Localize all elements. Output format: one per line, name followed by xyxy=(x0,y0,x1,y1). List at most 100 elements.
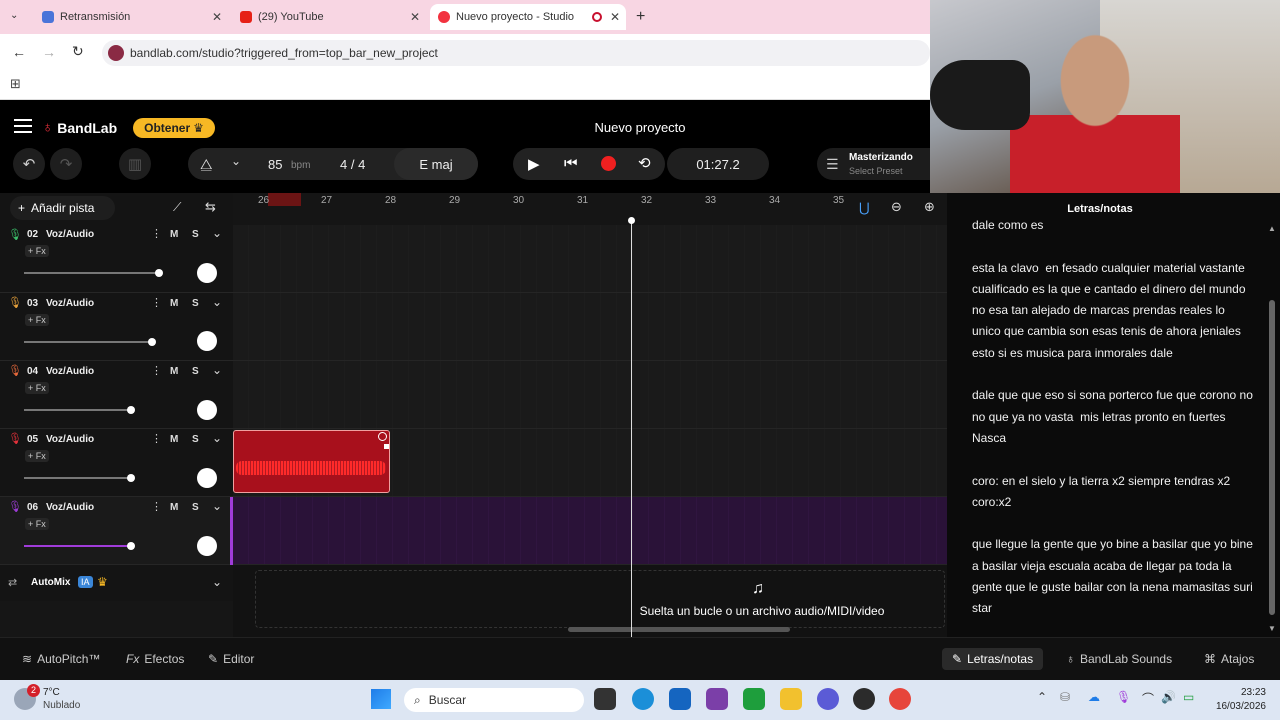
close-icon[interactable]: ✕ xyxy=(212,10,222,24)
drop-zone[interactable] xyxy=(255,570,945,628)
metronome-chevron-icon[interactable]: ⌄ xyxy=(231,154,241,168)
volume-slider[interactable] xyxy=(24,545,131,547)
solo-button[interactable]: S xyxy=(192,434,199,445)
volume-slider-handle[interactable] xyxy=(148,338,156,346)
pan-knob[interactable] xyxy=(197,263,217,283)
tab-list-chevron-icon[interactable]: ⌄ xyxy=(10,10,18,21)
discord-icon[interactable] xyxy=(817,688,839,710)
tab-bandlab-studio[interactable]: Nuevo proyecto - Studio ✕ xyxy=(430,4,626,30)
track-lane[interactable] xyxy=(233,361,947,429)
obs-icon[interactable] xyxy=(853,688,875,710)
time-signature[interactable]: 4 / 4 xyxy=(340,157,365,172)
get-membership-button[interactable]: Obtener ♛ xyxy=(133,118,215,138)
pan-knob[interactable] xyxy=(197,400,217,420)
reload-icon[interactable]: ↻ xyxy=(72,43,84,60)
piano-keyboard-icon[interactable]: ▥ xyxy=(119,148,151,180)
more-options-icon[interactable]: ⋮ xyxy=(151,500,162,513)
track-lane-selected[interactable] xyxy=(233,497,947,565)
photos-icon[interactable] xyxy=(706,688,728,710)
volume-slider[interactable] xyxy=(24,341,152,343)
forward-icon[interactable]: → xyxy=(42,44,56,60)
zoom-in-icon[interactable]: ⊕ xyxy=(924,199,935,215)
play-icon[interactable]: ▶ xyxy=(528,155,540,173)
metronome-icon[interactable]: ⧋ xyxy=(200,156,213,173)
track-name[interactable]: Voz/Audio xyxy=(46,366,94,377)
url-input[interactable]: bandlab.com/studio?triggered_from=top_ba… xyxy=(102,40,930,66)
tab-youtube[interactable]: (29) YouTube ✕ xyxy=(232,4,426,30)
file-explorer-icon[interactable] xyxy=(780,688,802,710)
add-effects-button[interactable]: + Fx xyxy=(25,382,49,394)
clip-resize-handle[interactable] xyxy=(384,444,389,449)
undo-icon[interactable]: ↶ xyxy=(13,148,45,180)
back-icon[interactable]: ← xyxy=(12,44,26,60)
skip-back-icon[interactable]: ⏮ xyxy=(564,155,578,172)
bandlab-sounds-button[interactable]: ♁ BandLab Sounds xyxy=(1066,648,1172,670)
track-expand-chevron-icon[interactable]: ⌄ xyxy=(212,499,222,513)
taskbar-search[interactable]: ⌕ Buscar xyxy=(404,688,584,712)
key-selector[interactable]: E maj xyxy=(394,148,478,180)
lyrics-textarea[interactable]: dale como es esta la clavo en fesado cua… xyxy=(972,215,1254,637)
pan-knob[interactable] xyxy=(197,536,217,556)
volume-slider[interactable] xyxy=(24,272,159,274)
mute-button[interactable]: M xyxy=(170,229,178,240)
automix-chevron-icon[interactable]: ⌄ xyxy=(212,575,222,589)
solo-button[interactable]: S xyxy=(192,298,199,309)
bandlab-logo[interactable]: ♁ BandLab xyxy=(42,119,117,136)
horizontal-scrollbar[interactable] xyxy=(568,627,790,632)
windows-start-icon[interactable] xyxy=(371,689,391,709)
wifi-icon[interactable]: ⌒ xyxy=(1142,690,1154,707)
effects-button[interactable]: Fx Efectos xyxy=(126,648,184,670)
add-track-button[interactable]: + Añadir pista xyxy=(10,196,115,220)
playhead[interactable] xyxy=(631,220,632,637)
clock-date[interactable]: 16/03/2026 xyxy=(1204,701,1266,712)
add-effects-button[interactable]: + Fx xyxy=(25,518,49,530)
mute-button[interactable]: M xyxy=(170,366,178,377)
site-info-icon[interactable] xyxy=(108,45,124,61)
autopitch-button[interactable]: ≋ AutoPitch™ xyxy=(22,648,100,670)
playhead-handle[interactable] xyxy=(628,217,635,224)
cloud-icon[interactable]: ☁ xyxy=(1088,690,1100,704)
scroll-up-icon[interactable]: ▲ xyxy=(1268,224,1276,233)
usb-icon[interactable]: ⛁ xyxy=(1060,690,1070,704)
add-effects-button[interactable]: + Fx xyxy=(25,314,49,326)
redo-icon[interactable]: ↷ xyxy=(50,148,82,180)
close-icon[interactable]: ✕ xyxy=(610,10,620,24)
tray-chevron-icon[interactable]: ⌃ xyxy=(1037,690,1047,704)
record-icon[interactable] xyxy=(601,156,616,171)
magnet-snap-icon[interactable]: ⋃ xyxy=(859,200,870,216)
volume-slider-handle[interactable] xyxy=(127,406,135,414)
more-options-icon[interactable]: ⋮ xyxy=(151,296,162,309)
scroll-down-icon[interactable]: ▼ xyxy=(1268,624,1276,633)
mute-button[interactable]: M xyxy=(170,434,178,445)
volume-slider[interactable] xyxy=(24,477,131,479)
loop-region-marker[interactable] xyxy=(268,193,301,206)
tab-retransmision[interactable]: Retransmisión ✕ xyxy=(34,4,228,30)
clip-loop-handle-icon[interactable] xyxy=(378,432,387,441)
track-expand-chevron-icon[interactable]: ⌄ xyxy=(212,431,222,445)
solo-button[interactable]: S xyxy=(192,502,199,513)
clock-time[interactable]: 23:23 xyxy=(1212,687,1266,698)
volume-slider-handle[interactable] xyxy=(127,542,135,550)
loop-icon[interactable]: ⟲ xyxy=(638,154,651,172)
volume-slider-handle[interactable] xyxy=(155,269,163,277)
project-title[interactable]: Nuevo proyecto xyxy=(540,120,740,135)
apps-grid-icon[interactable]: ⊞ xyxy=(10,76,21,92)
volume-slider-handle[interactable] xyxy=(127,474,135,482)
more-options-icon[interactable]: ⋮ xyxy=(151,432,162,445)
solo-button[interactable]: S xyxy=(192,229,199,240)
more-options-icon[interactable]: ⋮ xyxy=(151,364,162,377)
track-expand-chevron-icon[interactable]: ⌄ xyxy=(212,363,222,377)
track-expand-chevron-icon[interactable]: ⌄ xyxy=(212,226,222,240)
edge-icon[interactable] xyxy=(632,688,654,710)
solo-button[interactable]: S xyxy=(192,366,199,377)
shortcuts-button[interactable]: ⌘ Atajos xyxy=(1204,648,1254,670)
track-settings-icon[interactable]: ⇆ xyxy=(205,199,216,215)
pan-knob[interactable] xyxy=(197,331,217,351)
xbox-icon[interactable] xyxy=(743,688,765,710)
new-tab-icon[interactable]: + xyxy=(636,8,645,26)
menu-icon[interactable] xyxy=(14,119,32,133)
track-lane[interactable] xyxy=(233,293,947,361)
tray-microphone-icon[interactable]: 🎙 xyxy=(1116,690,1131,704)
pan-knob[interactable] xyxy=(197,468,217,488)
lyrics-scrollbar[interactable] xyxy=(1269,300,1275,615)
